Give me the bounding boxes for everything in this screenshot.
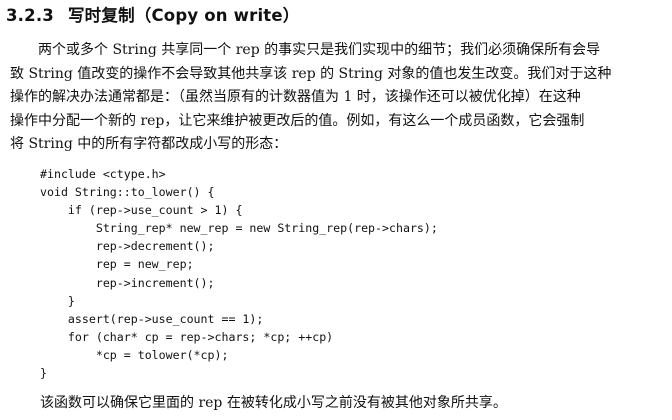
paragraph-line: 操作中分配一个新的 rep，让它来维护被更改后的值。例如，有这么一个成员函数，它… bbox=[10, 112, 585, 129]
code-line: assert(rep->use_count == 1); bbox=[40, 311, 264, 326]
code-line: for (char* cp = rep->chars; *cp; ++cp) bbox=[40, 329, 334, 344]
closing-paragraph: 该函数可以确保它里面的 rep 在被转化成小写之前没有被其他对象所共享。 bbox=[40, 395, 507, 411]
code-line: if (rep->use_count > 1) { bbox=[40, 203, 243, 218]
code-line: *cp = tolower(*cp); bbox=[40, 347, 229, 362]
code-line: } bbox=[40, 293, 75, 308]
section-heading: 3.2.3 写时复制（Copy on write） bbox=[6, 5, 299, 27]
code-line: rep = new_rep; bbox=[40, 257, 194, 272]
paragraph-line: 两个或多个 String 共享同一个 rep 的事实只是我们实现中的细节；我们必… bbox=[10, 39, 662, 63]
section-title: 写时复制（Copy on write） bbox=[67, 6, 300, 25]
code-listing: #include <ctype.h> void String::to_lower… bbox=[40, 165, 438, 382]
code-line: } bbox=[40, 366, 47, 381]
section-number: 3.2.3 bbox=[6, 6, 54, 25]
book-page: 3.2.3 写时复制（Copy on write） 两个或多个 String 共享… bbox=[0, 0, 672, 420]
paragraph-line-text: 两个或多个 String 共享同一个 rep 的事实只是我们实现中的细节；我们必… bbox=[38, 42, 601, 58]
paragraph-line: 操作的解决办法通常都是：（虽然当原有的计数器值为 1 时，该操作还可以被优化掉）… bbox=[10, 89, 581, 106]
code-line: #include <ctype.h> bbox=[40, 167, 166, 181]
code-line: rep->increment(); bbox=[40, 275, 215, 290]
paragraph-line: 将 String 中的所有字符都改成小写的形态： bbox=[10, 136, 288, 153]
code-line: String_rep* new_rep = new String_rep(rep… bbox=[40, 221, 438, 236]
code-line: rep->decrement(); bbox=[40, 239, 215, 254]
code-line: void String::to_lower() { bbox=[40, 185, 215, 200]
paragraph-line: 致 String 值改变的操作不会导致其他共享该 rep 的 String 对象… bbox=[10, 65, 612, 82]
body-paragraph: 两个或多个 String 共享同一个 rep 的事实只是我们实现中的细节；我们必… bbox=[10, 39, 662, 157]
